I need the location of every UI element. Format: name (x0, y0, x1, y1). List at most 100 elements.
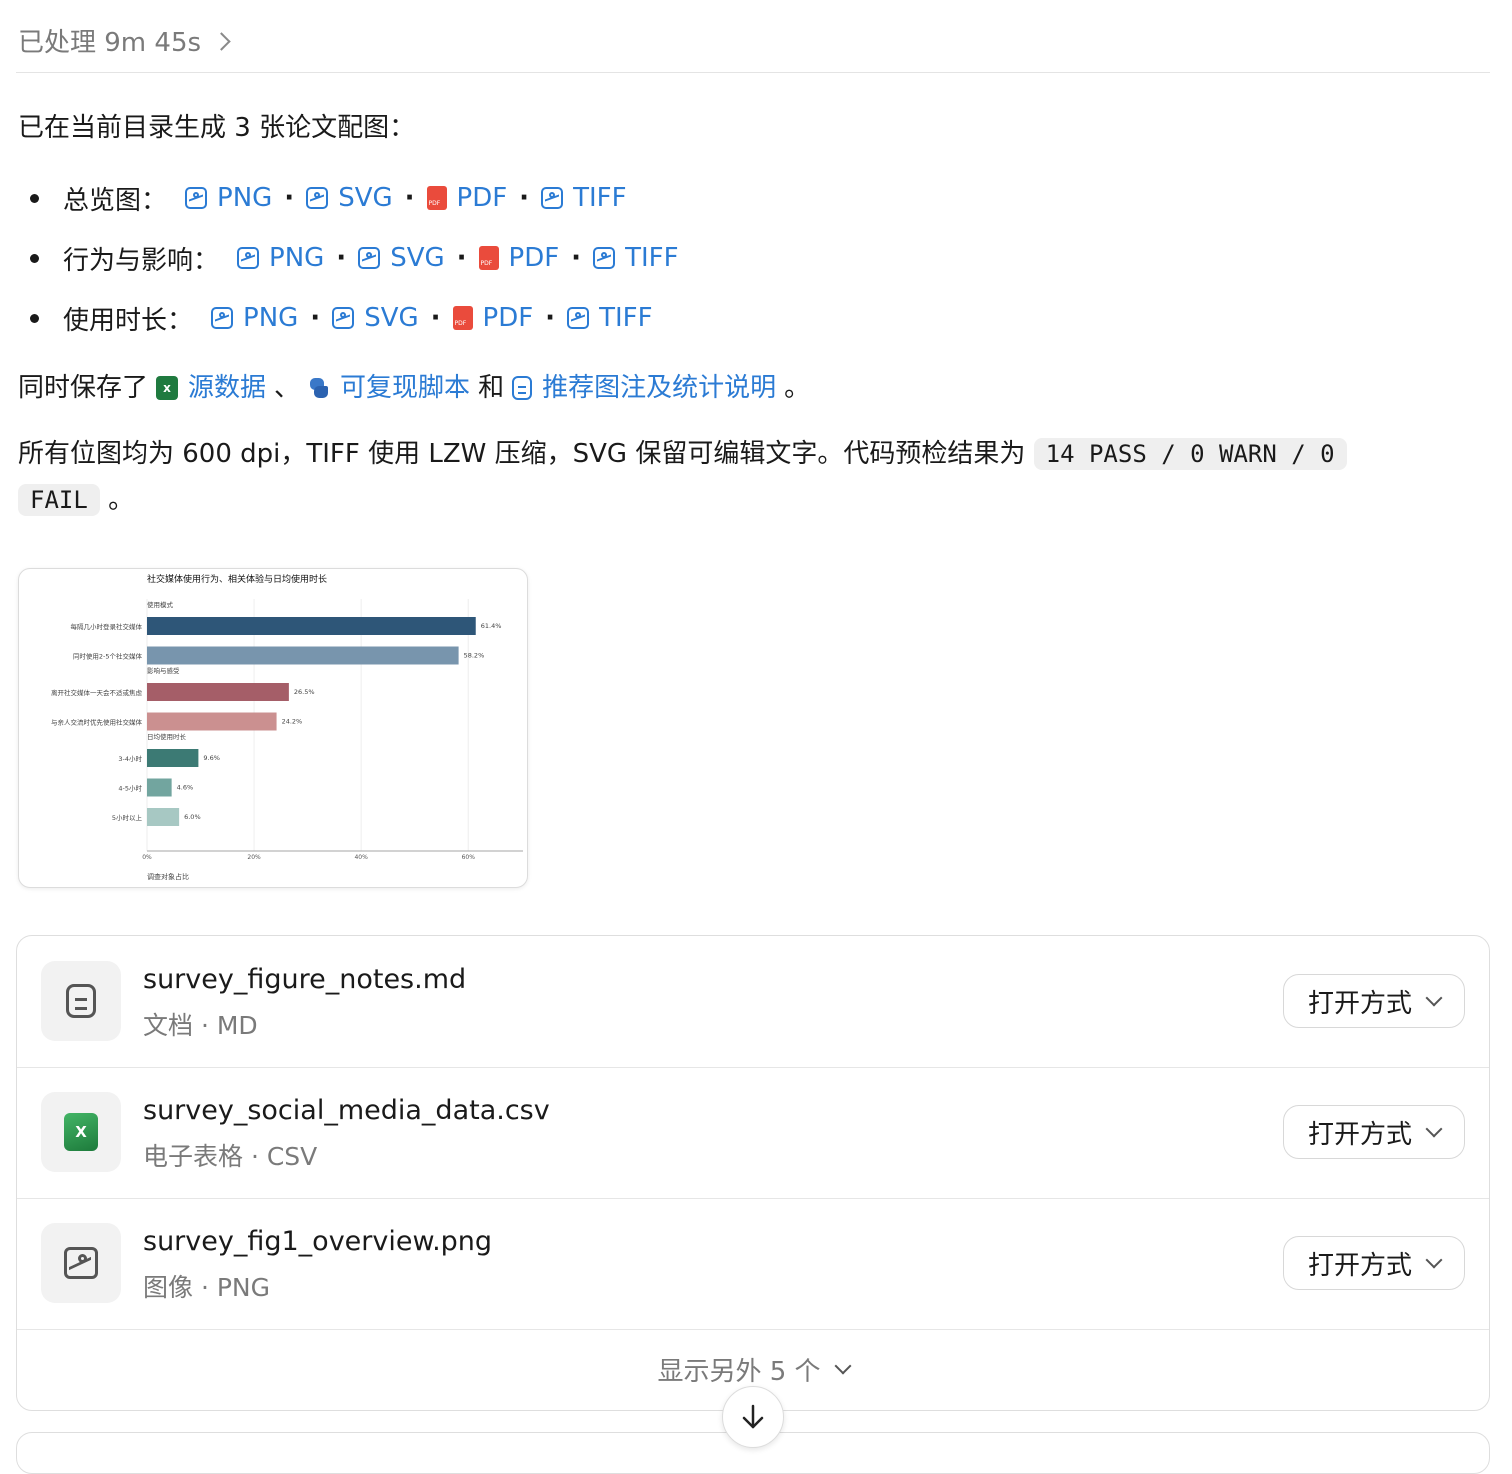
pdf-icon (426, 186, 447, 210)
scroll-down-button[interactable] (722, 1386, 784, 1448)
chevron-down-icon (1425, 989, 1443, 1007)
image-icon (593, 247, 616, 269)
arrow-down-icon (742, 1404, 764, 1429)
figure-label: 总览图： (63, 185, 168, 216)
image-icon (211, 307, 234, 329)
file-meta: 文档 · MD (143, 1011, 258, 1040)
group-label: 日均使用时长 (147, 732, 187, 741)
figure-preview[interactable]: 社交媒体使用行为、相关体验与日均使用时长 0% 20% 40% 60% 调查对象占比 使用模… (18, 568, 528, 888)
chevron-down-icon (1425, 1251, 1443, 1269)
file-row[interactable]: survey_figure_notes.md 文档 · MD 打开方式 (17, 936, 1489, 1068)
summary-line-1: 所有位图均为 600 dpi，TIFF 使用 LZW 压缩，SVG 保留可编辑文… (18, 432, 1347, 476)
image-icon (237, 247, 260, 269)
png-link[interactable]: PNG (185, 183, 272, 213)
separator: · (430, 303, 441, 333)
tiff-link[interactable]: TIFF (567, 303, 653, 333)
category-label: 每隔几小时登录社交媒体 (71, 622, 143, 631)
bullet-dot (30, 313, 39, 323)
divider (16, 72, 1490, 73)
data-label: 24.2% (282, 718, 303, 726)
processing-status[interactable]: 已处理 9m 45s (18, 22, 231, 59)
open-with-button[interactable]: 打开方式 (1283, 1236, 1465, 1290)
category-label: 离开社交媒体一天会不适或焦虑 (51, 688, 143, 697)
show-more-label: 显示另外 5 个 (657, 1356, 821, 1387)
period: 。 (108, 485, 135, 515)
saved-prefix: 同时保存了 (18, 373, 149, 403)
figure-label: 行为与影响： (63, 245, 220, 276)
bar (147, 646, 459, 665)
svg-link[interactable]: SVG (358, 243, 445, 273)
notes-link[interactable]: 推荐图注及统计说明 (512, 366, 776, 410)
saved-files-text: 同时保存了 x 源数据 、 可复现脚本 和 推荐图注及统计说明 。 (18, 366, 810, 410)
file-meta: 电子表格 · CSV (143, 1142, 318, 1171)
source-data-link[interactable]: x 源数据 (156, 366, 266, 410)
precheck-code-end: FAIL (18, 484, 100, 516)
processing-status-text: 已处理 9m 45s (18, 28, 202, 58)
image-icon (64, 1247, 98, 1279)
data-label: 26.5% (294, 688, 315, 696)
bullet-dot (30, 253, 39, 263)
file-row[interactable]: X survey_social_media_data.csv 电子表格 · CS… (17, 1067, 1489, 1199)
file-name: survey_fig1_overview.png (143, 1226, 493, 1257)
pdf-link[interactable]: PDF (426, 183, 507, 213)
bar-chart: 社交媒体使用行为、相关体验与日均使用时长 0% 20% 40% 60% 调查对象占比使用模… (51, 573, 523, 881)
chevron-right-icon (212, 31, 231, 51)
bullet-dot (30, 193, 39, 203)
image-icon (185, 187, 208, 209)
group-label: 使用模式 (147, 600, 174, 609)
x-tick-label: 40% (354, 854, 368, 861)
figure-item: 行为与影响： PNG · SVG · PDF · TIFF (30, 228, 679, 288)
image-icon (332, 307, 355, 329)
data-label: 58.2% (464, 652, 485, 660)
pdf-icon (452, 306, 473, 330)
file-list: survey_figure_notes.md 文档 · MD 打开方式 X su… (16, 935, 1490, 1411)
x-tick-label: 0% (142, 854, 152, 861)
pdf-link[interactable]: PDF (452, 303, 533, 333)
tiff-link[interactable]: TIFF (593, 243, 679, 273)
category-label: 与亲人交流时优先使用社交媒体 (51, 718, 143, 727)
png-link[interactable]: PNG (237, 243, 324, 273)
separator: · (284, 183, 295, 213)
chevron-down-icon (834, 1357, 852, 1375)
open-with-button[interactable]: 打开方式 (1283, 1105, 1465, 1159)
bar (147, 683, 289, 701)
summary-line-2: FAIL 。 (18, 478, 134, 522)
file-name: survey_figure_notes.md (143, 964, 467, 995)
pdf-link[interactable]: PDF (478, 243, 559, 273)
data-label: 9.6% (203, 754, 220, 762)
separator: · (310, 303, 321, 333)
image-icon (541, 187, 564, 209)
separator: · (545, 303, 556, 333)
image-icon (306, 187, 329, 209)
svg-link[interactable]: SVG (306, 183, 393, 213)
script-link[interactable]: 可复现脚本 (308, 366, 470, 410)
tiff-link[interactable]: TIFF (541, 183, 627, 213)
category-label: 5小时以上 (112, 813, 143, 822)
bar (147, 778, 172, 797)
precheck-code: 14 PASS / 0 WARN / 0 (1033, 438, 1347, 470)
comma: 、 (274, 373, 301, 403)
file-name: survey_social_media_data.csv (143, 1095, 550, 1126)
x-tick-label: 20% (247, 854, 261, 861)
intro-text: 已在当前目录生成 3 张论文配图： (18, 113, 416, 143)
x-axis-label: 调查对象占比 (147, 872, 189, 881)
bar (147, 808, 180, 826)
python-icon (308, 377, 330, 399)
x-tick-label: 60% (462, 854, 476, 861)
png-link[interactable]: PNG (211, 303, 298, 333)
data-label: 4.6% (177, 784, 194, 792)
separator: · (571, 243, 582, 273)
data-label: 6.0% (184, 813, 201, 821)
separator: · (456, 243, 467, 273)
pdf-icon (478, 246, 499, 270)
chart-title: 社交媒体使用行为、相关体验与日均使用时长 (147, 573, 327, 585)
separator: · (519, 183, 530, 213)
and-text: 和 (478, 373, 505, 403)
document-icon (512, 376, 533, 400)
file-meta: 图像 · PNG (143, 1273, 270, 1302)
chevron-down-icon (1425, 1120, 1443, 1138)
figure-list: 总览图： PNG · SVG · PDF · TIFF 行为与影响： PNG ·… (30, 168, 679, 348)
file-row[interactable]: survey_fig1_overview.png 图像 · PNG 打开方式 (17, 1198, 1489, 1330)
open-with-button[interactable]: 打开方式 (1283, 974, 1465, 1028)
svg-link[interactable]: SVG (332, 303, 419, 333)
